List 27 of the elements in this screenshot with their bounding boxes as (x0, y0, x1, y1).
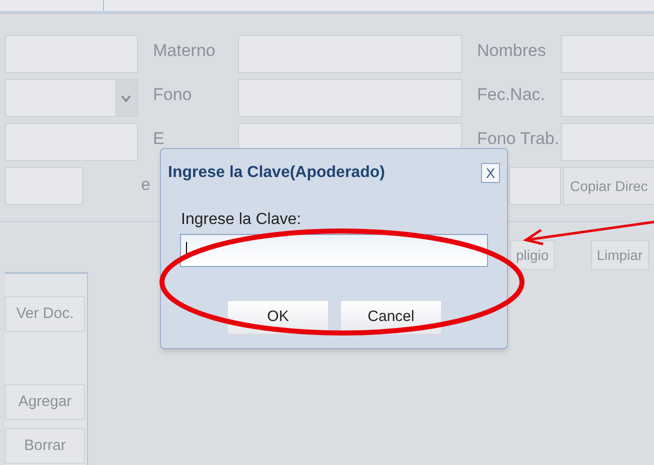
dropdown-field[interactable] (5, 79, 138, 117)
action-button[interactable]: pligio (510, 240, 555, 270)
side-button[interactable]: Borrar (5, 428, 85, 464)
text-field[interactable] (238, 79, 462, 117)
field-label: Materno (153, 40, 216, 61)
text-field[interactable] (5, 123, 138, 161)
field-label: Nombres (477, 40, 546, 61)
field-label: e (141, 174, 150, 195)
password-field[interactable] (180, 234, 488, 267)
text-field[interactable] (561, 123, 654, 161)
field-label: Fono (153, 84, 192, 105)
copy-address-button[interactable]: Copiar Direc (563, 167, 654, 205)
text-field[interactable] (5, 167, 83, 205)
side-button[interactable]: Ver Doc. (5, 296, 85, 332)
side-button[interactable]: Agregar (5, 384, 85, 420)
text-field[interactable] (561, 35, 654, 73)
close-button[interactable]: X (481, 163, 500, 183)
text-field[interactable] (238, 35, 462, 73)
field-label: Fono Trab. (477, 128, 560, 149)
dialog-title: Ingrese la Clave(Apoderado) (168, 163, 385, 183)
text-field[interactable] (5, 35, 138, 73)
text-field[interactable] (561, 79, 654, 117)
action-button[interactable]: Limpiar (590, 240, 649, 270)
field-label: E (153, 128, 164, 149)
field-label: Ingrese la Clave: (181, 211, 302, 228)
text-field[interactable] (509, 167, 561, 205)
field-label: Fec.Nac. (477, 84, 546, 105)
